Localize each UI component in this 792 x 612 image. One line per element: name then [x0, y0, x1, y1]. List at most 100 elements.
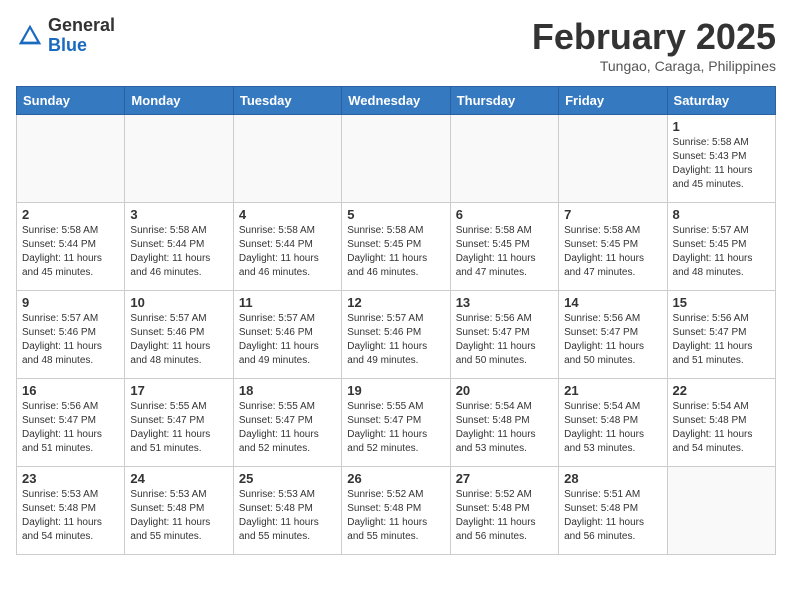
calendar-cell: 13 Sunrise: 5:56 AM Sunset: 5:47 PM Dayli… [450, 291, 558, 379]
day-info: Sunrise: 5:51 AM Sunset: 5:48 PM Dayligh… [564, 488, 661, 544]
day-number: 1 [673, 119, 770, 134]
day-info: Sunrise: 5:56 AM Sunset: 5:47 PM Dayligh… [456, 312, 553, 368]
day-number: 10 [130, 295, 227, 310]
weekday-header-thursday: Thursday [450, 87, 558, 115]
day-info: Sunrise: 5:57 AM Sunset: 5:46 PM Dayligh… [130, 312, 227, 368]
calendar-cell: 4 Sunrise: 5:58 AM Sunset: 5:44 PM Daylig… [233, 203, 341, 291]
day-number: 7 [564, 207, 661, 222]
day-info: Sunrise: 5:55 AM Sunset: 5:47 PM Dayligh… [239, 400, 336, 456]
week-row-1: 2 Sunrise: 5:58 AM Sunset: 5:44 PM Daylig… [17, 203, 776, 291]
day-number: 17 [130, 383, 227, 398]
day-info: Sunrise: 5:58 AM Sunset: 5:44 PM Dayligh… [130, 224, 227, 280]
day-info: Sunrise: 5:58 AM Sunset: 5:43 PM Dayligh… [673, 136, 770, 192]
week-row-4: 23 Sunrise: 5:53 AM Sunset: 5:48 PM Dayli… [17, 467, 776, 555]
day-number: 27 [456, 471, 553, 486]
day-number: 4 [239, 207, 336, 222]
day-info: Sunrise: 5:52 AM Sunset: 5:48 PM Dayligh… [456, 488, 553, 544]
day-info: Sunrise: 5:52 AM Sunset: 5:48 PM Dayligh… [347, 488, 444, 544]
calendar-cell: 5Sunrise: 5:58 AM Sunset: 5:45 PM Daylig… [342, 203, 450, 291]
day-number: 12 [347, 295, 444, 310]
calendar-cell: 2 Sunrise: 5:58 AM Sunset: 5:44 PM Daylig… [17, 203, 125, 291]
calendar-cell: 20 Sunrise: 5:54 AM Sunset: 5:48 PM Dayli… [450, 379, 558, 467]
calendar-cell: 22Sunrise: 5:54 AM Sunset: 5:48 PM Dayli… [667, 379, 775, 467]
weekday-header-tuesday: Tuesday [233, 87, 341, 115]
calendar-cell: 21 Sunrise: 5:54 AM Sunset: 5:48 PM Dayli… [559, 379, 667, 467]
calendar-cell [667, 467, 775, 555]
calendar-cell: 6Sunrise: 5:58 AM Sunset: 5:45 PM Daylig… [450, 203, 558, 291]
calendar-cell: 11 Sunrise: 5:57 AM Sunset: 5:46 PM Dayli… [233, 291, 341, 379]
weekday-header-wednesday: Wednesday [342, 87, 450, 115]
day-number: 13 [456, 295, 553, 310]
calendar-cell: 23Sunrise: 5:53 AM Sunset: 5:48 PM Dayli… [17, 467, 125, 555]
day-info: Sunrise: 5:54 AM Sunset: 5:48 PM Dayligh… [456, 400, 553, 456]
calendar-cell: 14 Sunrise: 5:56 AM Sunset: 5:47 PM Dayli… [559, 291, 667, 379]
day-number: 15 [673, 295, 770, 310]
day-info: Sunrise: 5:58 AM Sunset: 5:44 PM Dayligh… [22, 224, 119, 280]
calendar-cell: 3 Sunrise: 5:58 AM Sunset: 5:44 PM Daylig… [125, 203, 233, 291]
logo: General Blue [16, 16, 115, 56]
day-number: 24 [130, 471, 227, 486]
weekday-header-sunday: Sunday [17, 87, 125, 115]
day-number: 18 [239, 383, 336, 398]
calendar-cell: 28Sunrise: 5:51 AM Sunset: 5:48 PM Dayli… [559, 467, 667, 555]
month-title: February 2025 [532, 16, 776, 58]
title-block: February 2025 Tungao, Caraga, Philippine… [532, 16, 776, 74]
calendar-table: SundayMondayTuesdayWednesdayThursdayFrid… [16, 86, 776, 555]
day-info: Sunrise: 5:53 AM Sunset: 5:48 PM Dayligh… [239, 488, 336, 544]
calendar-cell: 9 Sunrise: 5:57 AM Sunset: 5:46 PM Daylig… [17, 291, 125, 379]
day-info: Sunrise: 5:54 AM Sunset: 5:48 PM Dayligh… [564, 400, 661, 456]
day-number: 21 [564, 383, 661, 398]
day-number: 3 [130, 207, 227, 222]
calendar-cell: 18 Sunrise: 5:55 AM Sunset: 5:47 PM Dayli… [233, 379, 341, 467]
calendar-cell: 16 Sunrise: 5:56 AM Sunset: 5:47 PM Dayli… [17, 379, 125, 467]
day-number: 19 [347, 383, 444, 398]
calendar-cell [342, 115, 450, 203]
week-row-2: 9 Sunrise: 5:57 AM Sunset: 5:46 PM Daylig… [17, 291, 776, 379]
calendar-cell: 12 Sunrise: 5:57 AM Sunset: 5:46 PM Dayli… [342, 291, 450, 379]
day-number: 20 [456, 383, 553, 398]
day-number: 11 [239, 295, 336, 310]
day-info: Sunrise: 5:58 AM Sunset: 5:45 PM Dayligh… [564, 224, 661, 280]
day-number: 8 [673, 207, 770, 222]
day-number: 22 [673, 383, 770, 398]
calendar-cell: 27 Sunrise: 5:52 AM Sunset: 5:48 PM Dayli… [450, 467, 558, 555]
day-number: 26 [347, 471, 444, 486]
day-number: 6 [456, 207, 553, 222]
day-info: Sunrise: 5:58 AM Sunset: 5:44 PM Dayligh… [239, 224, 336, 280]
calendar-cell [450, 115, 558, 203]
day-info: Sunrise: 5:56 AM Sunset: 5:47 PM Dayligh… [564, 312, 661, 368]
logo-icon [16, 22, 44, 50]
calendar-cell: 17Sunrise: 5:55 AM Sunset: 5:47 PM Dayli… [125, 379, 233, 467]
calendar-cell: 10 Sunrise: 5:57 AM Sunset: 5:46 PM Dayli… [125, 291, 233, 379]
calendar-cell: 19 Sunrise: 5:55 AM Sunset: 5:47 PM Dayli… [342, 379, 450, 467]
day-number: 14 [564, 295, 661, 310]
day-number: 23 [22, 471, 119, 486]
calendar-cell: 26 Sunrise: 5:52 AM Sunset: 5:48 PM Dayli… [342, 467, 450, 555]
logo-text: General Blue [48, 16, 115, 56]
calendar-cell: 8 Sunrise: 5:57 AM Sunset: 5:45 PM Daylig… [667, 203, 775, 291]
day-info: Sunrise: 5:57 AM Sunset: 5:46 PM Dayligh… [22, 312, 119, 368]
calendar-cell: 25Sunrise: 5:53 AM Sunset: 5:48 PM Dayli… [233, 467, 341, 555]
calendar-cell [125, 115, 233, 203]
weekday-header-friday: Friday [559, 87, 667, 115]
week-row-3: 16 Sunrise: 5:56 AM Sunset: 5:47 PM Dayli… [17, 379, 776, 467]
day-info: Sunrise: 5:57 AM Sunset: 5:45 PM Dayligh… [673, 224, 770, 280]
calendar-cell [17, 115, 125, 203]
calendar-cell [233, 115, 341, 203]
calendar-cell: 7 Sunrise: 5:58 AM Sunset: 5:45 PM Daylig… [559, 203, 667, 291]
day-info: Sunrise: 5:56 AM Sunset: 5:47 PM Dayligh… [673, 312, 770, 368]
weekday-header-saturday: Saturday [667, 87, 775, 115]
day-info: Sunrise: 5:55 AM Sunset: 5:47 PM Dayligh… [347, 400, 444, 456]
day-number: 2 [22, 207, 119, 222]
day-info: Sunrise: 5:53 AM Sunset: 5:48 PM Dayligh… [130, 488, 227, 544]
day-info: Sunrise: 5:56 AM Sunset: 5:47 PM Dayligh… [22, 400, 119, 456]
day-number: 16 [22, 383, 119, 398]
day-info: Sunrise: 5:57 AM Sunset: 5:46 PM Dayligh… [347, 312, 444, 368]
day-number: 5 [347, 207, 444, 222]
location: Tungao, Caraga, Philippines [532, 58, 776, 74]
day-number: 9 [22, 295, 119, 310]
week-row-0: 1 Sunrise: 5:58 AM Sunset: 5:43 PM Daylig… [17, 115, 776, 203]
weekday-header-row: SundayMondayTuesdayWednesdayThursdayFrid… [17, 87, 776, 115]
calendar-cell: 24 Sunrise: 5:53 AM Sunset: 5:48 PM Dayli… [125, 467, 233, 555]
day-info: Sunrise: 5:57 AM Sunset: 5:46 PM Dayligh… [239, 312, 336, 368]
